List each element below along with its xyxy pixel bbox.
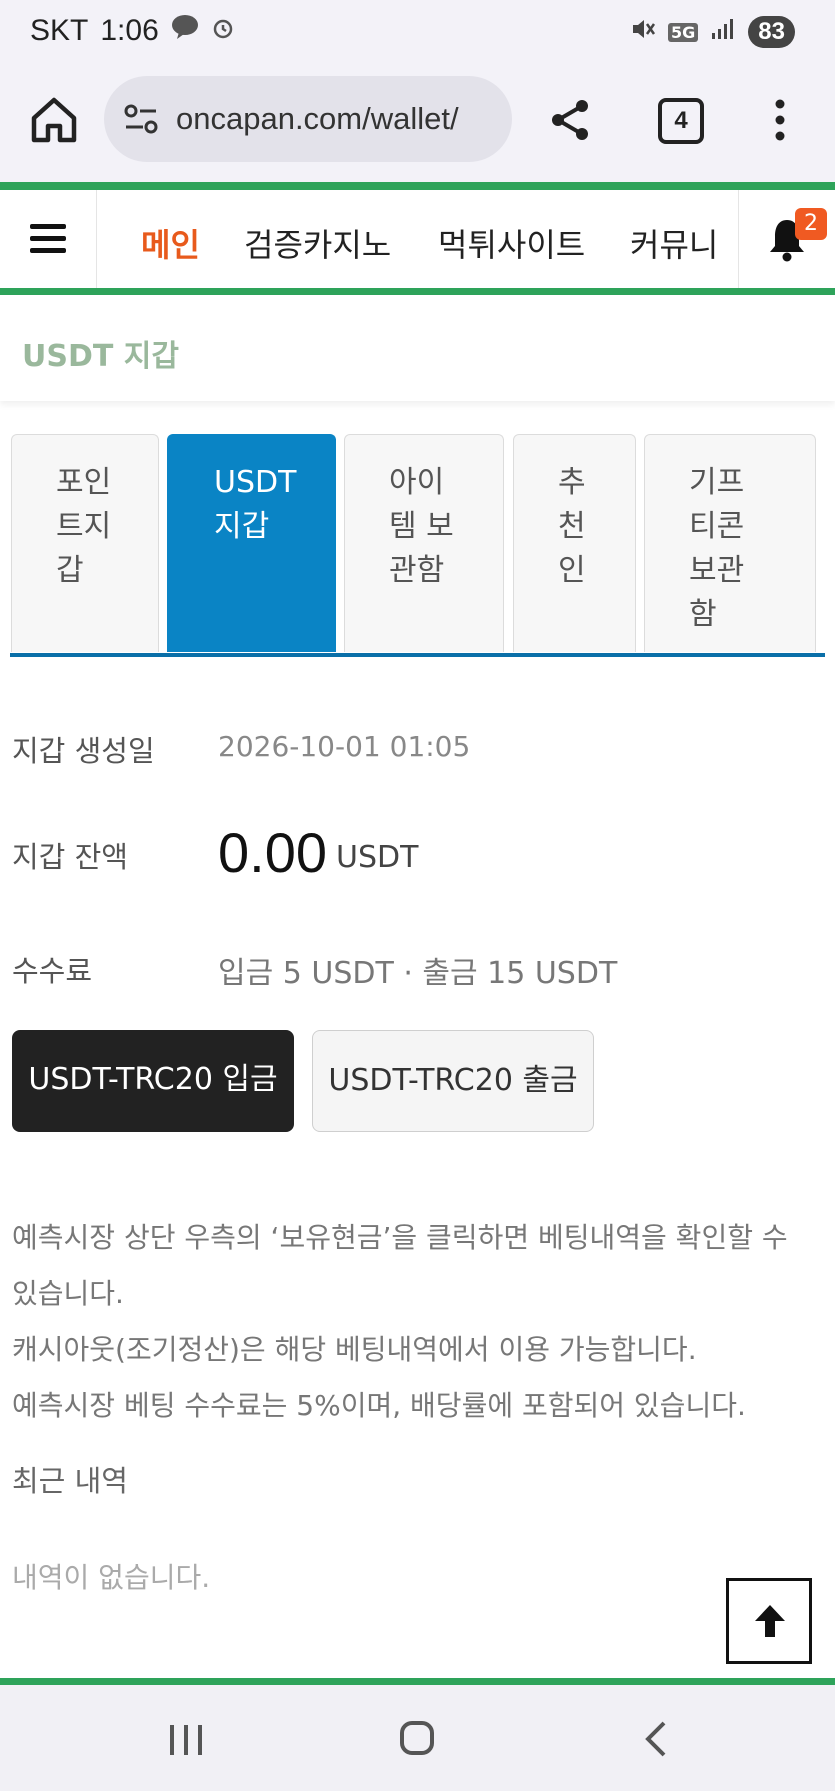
notification-button[interactable]: 2	[738, 190, 835, 288]
nav-items: 메인 검증카지노 먹튀사이트 커뮤니	[96, 190, 738, 288]
page-title-bar: USDT 지갑	[0, 295, 835, 401]
notice-line-3: 예측시장 베팅 수수료는 5%이며, 배당률에 포함되어 있습니다.	[12, 1389, 746, 1422]
address-bar[interactable]: oncapan.com/wallet/	[104, 76, 512, 162]
status-left: SKT 1:06	[30, 14, 235, 48]
nav-bottom-border	[0, 288, 835, 295]
site-nav: 메인 검증카지노 먹튀사이트 커뮤니 2	[0, 190, 835, 288]
fee-label: 수수료	[12, 954, 93, 988]
tab-label: USDT 지갑	[214, 465, 297, 544]
alarm-icon	[211, 14, 235, 48]
tab-label: 기프티콘보관함	[689, 465, 745, 632]
share-icon[interactable]	[546, 96, 594, 144]
url-text: oncapan.com/wallet/	[176, 101, 459, 136]
fee-value: 입금 5 USDT · 출금 15 USDT	[218, 956, 618, 991]
deposit-button[interactable]: USDT-TRC20 입금	[12, 1030, 294, 1132]
tab-usdt-wallet[interactable]: USDT 지갑	[167, 434, 336, 652]
wallet-balance-unit: USDT	[336, 840, 419, 875]
notification-badge: 2	[795, 208, 827, 240]
more-menu-icon[interactable]	[770, 96, 790, 144]
tab-label: 아이템 보관함	[389, 465, 454, 588]
nav-item-verified-casino[interactable]: 검증카지노	[244, 220, 391, 266]
wallet-created-label: 지갑 생성일	[12, 734, 155, 768]
battery-indicator: 83	[748, 16, 795, 48]
nav-top-border	[0, 182, 835, 190]
wallet-created-value: 2026-10-01 01:05	[218, 730, 471, 763]
tab-referrer[interactable]: 추천인	[513, 434, 636, 652]
withdraw-button[interactable]: USDT-TRC20 출금	[312, 1030, 594, 1132]
nav-item-community[interactable]: 커뮤니	[630, 220, 718, 266]
site-settings-icon[interactable]	[122, 99, 162, 139]
hamburger-menu-icon[interactable]	[0, 190, 97, 288]
tab-label: 추천인	[558, 465, 586, 588]
browser-toolbar: oncapan.com/wallet/ 4	[0, 72, 835, 182]
scroll-to-top-button[interactable]	[726, 1578, 812, 1664]
notice-line-1: 예측시장 상단 우측의 ‘보유현금’을 클릭하면 베팅내역을 확인할 수 있습니…	[12, 1221, 788, 1310]
signal-icon	[710, 17, 736, 47]
tab-item-storage[interactable]: 아이템 보관함	[344, 434, 504, 652]
tab-point-wallet[interactable]: 포인트지갑	[11, 434, 159, 652]
recent-history-label: 최근 내역	[12, 1464, 128, 1498]
status-right: 5G 83	[630, 16, 795, 48]
nav-item-main[interactable]: 메인	[141, 220, 200, 266]
tab-label: 포인트지갑	[56, 465, 112, 588]
mute-icon	[630, 16, 656, 48]
system-nav-bar	[0, 1685, 835, 1791]
back-icon[interactable]	[640, 1719, 670, 1759]
recent-apps-icon[interactable]	[168, 1723, 204, 1757]
tab-underline	[10, 653, 825, 657]
wallet-balance-value: 0.00	[218, 821, 327, 884]
wallet-balance-label: 지갑 잔액	[12, 840, 128, 874]
footer-border	[0, 1678, 835, 1685]
tab-gifticon-storage[interactable]: 기프티콘보관함	[644, 434, 816, 652]
network-label: 5G	[668, 22, 699, 42]
nav-item-scam-sites[interactable]: 먹튀사이트	[438, 220, 585, 266]
status-bar: SKT 1:06 5G 83	[0, 0, 835, 72]
talk-icon	[171, 14, 199, 48]
page-title: USDT 지갑	[22, 339, 179, 374]
home-icon[interactable]	[28, 94, 80, 146]
arrow-up-icon	[755, 1605, 785, 1637]
empty-history-text: 내역이 없습니다.	[12, 1561, 211, 1594]
home-nav-icon[interactable]	[400, 1721, 434, 1755]
notice-text: 예측시장 상단 우측의 ‘보유현금’을 클릭하면 베팅내역을 확인할 수 있습니…	[12, 1210, 822, 1434]
notice-line-2: 캐시아웃(조기정산)은 해당 베팅내역에서 이용 가능합니다.	[12, 1333, 697, 1366]
carrier-label: SKT	[30, 14, 89, 47]
tab-switcher-button[interactable]: 4	[658, 98, 704, 144]
clock: 1:06	[100, 14, 159, 47]
